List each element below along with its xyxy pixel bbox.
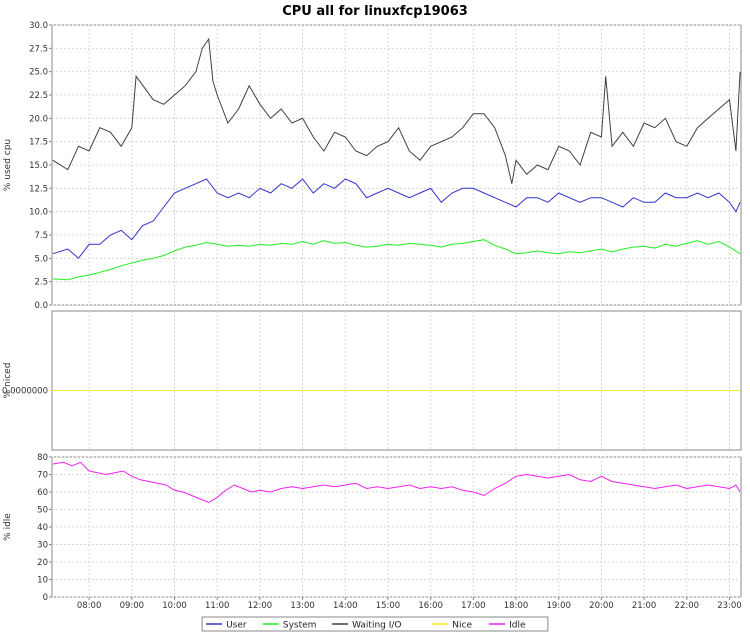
panel-1-frame	[51, 310, 742, 451]
x-tick-label: 21:00	[632, 601, 657, 611]
x-tick-label: 08:00	[77, 601, 102, 611]
legend-label-system: System	[283, 621, 317, 631]
x-tick-label: 10:00	[162, 601, 187, 611]
legend-label-waiting-i-o: Waiting I/O	[352, 621, 401, 631]
panel-2-ytick-label: 20	[37, 558, 48, 568]
panel-0-ytick-label: 20.0	[29, 114, 48, 124]
panel-0-ytick-label: 10.0	[29, 208, 48, 218]
panel-1-ylabel: % niced	[3, 363, 13, 399]
x-tick-label: 12:00	[248, 601, 273, 611]
cpu-chart: CPU all for linuxfcp19063 0.0 2.5 5.0 7.5 10…	[0, 0, 750, 637]
panel-0-ytick-label: 22.5	[29, 91, 48, 101]
x-tick-label: 13:00	[290, 601, 315, 611]
panel-2-ytick-label: 0	[43, 593, 48, 603]
panel-2-ytick-label: 10	[37, 576, 48, 586]
legend-label-user: User	[226, 621, 247, 631]
panel-2-ytick-label: 40	[37, 523, 48, 533]
chart-title: CPU all for linuxfcp19063	[282, 4, 468, 19]
x-tick-label: 23:00	[717, 601, 742, 611]
x-tick-label: 22:00	[675, 601, 700, 611]
panel-0-ytick-label: 7.5	[34, 231, 48, 241]
x-tick-label: 09:00	[120, 601, 145, 611]
panel-0-ytick-label: 12.5	[29, 184, 48, 194]
panel-2-ytick-label: 60	[37, 488, 48, 498]
panel-0-ytick-label: 0.0	[34, 301, 48, 311]
x-tick-label: 17:00	[461, 601, 486, 611]
panel-2-ytick-label: 70	[37, 471, 48, 481]
x-tick-label: 14:00	[333, 601, 358, 611]
panel-2-ytick-label: 50	[37, 506, 48, 516]
panel-0-ytick-label: 15.0	[29, 161, 48, 171]
panel-0-ylabel: % used cpu	[3, 139, 13, 191]
panel-0-ytick-label: 30.0	[29, 21, 48, 31]
legend-label-idle: Idle	[509, 621, 526, 631]
panel-2-ylabel: % idle	[3, 513, 13, 541]
x-tick-label: 18:00	[504, 601, 529, 611]
panel-0-ytick-label: 2.5	[34, 278, 48, 288]
panel-0-ytick-label: 25.0	[29, 68, 48, 78]
chart-svg: CPU all for linuxfcp19063 0.0 2.5 5.0 7.5 10…	[2, 4, 742, 632]
panel-0-ytick-label: 5.0	[34, 254, 48, 264]
x-tick-label: 11:00	[205, 601, 230, 611]
legend-label-nice: Nice	[452, 621, 472, 631]
panel-0-ytick-label: 27.5	[29, 44, 48, 54]
x-tick-label: 20:00	[589, 601, 614, 611]
panel-0-ytick-label: 17.5	[29, 138, 48, 148]
panel-2-ytick-label: 30	[37, 541, 48, 551]
x-tick-label: 15:00	[376, 601, 401, 611]
x-tick-label: 16:00	[418, 601, 443, 611]
x-tick-label: 19:00	[546, 601, 571, 611]
panel-2-ytick-label: 80	[37, 453, 48, 463]
